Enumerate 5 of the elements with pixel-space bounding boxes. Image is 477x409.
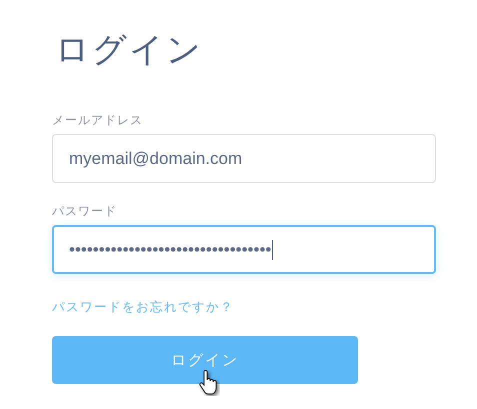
input-field[interactable]: myemail@domain.com <box>52 134 436 183</box>
field-label: メールアドレス <box>52 112 144 128</box>
field-label: パスワード <box>52 203 118 219</box>
page-title: ログイン <box>55 29 204 72</box>
input-field[interactable]: •••••••••••••••••••••••••••••••••• <box>52 225 436 274</box>
